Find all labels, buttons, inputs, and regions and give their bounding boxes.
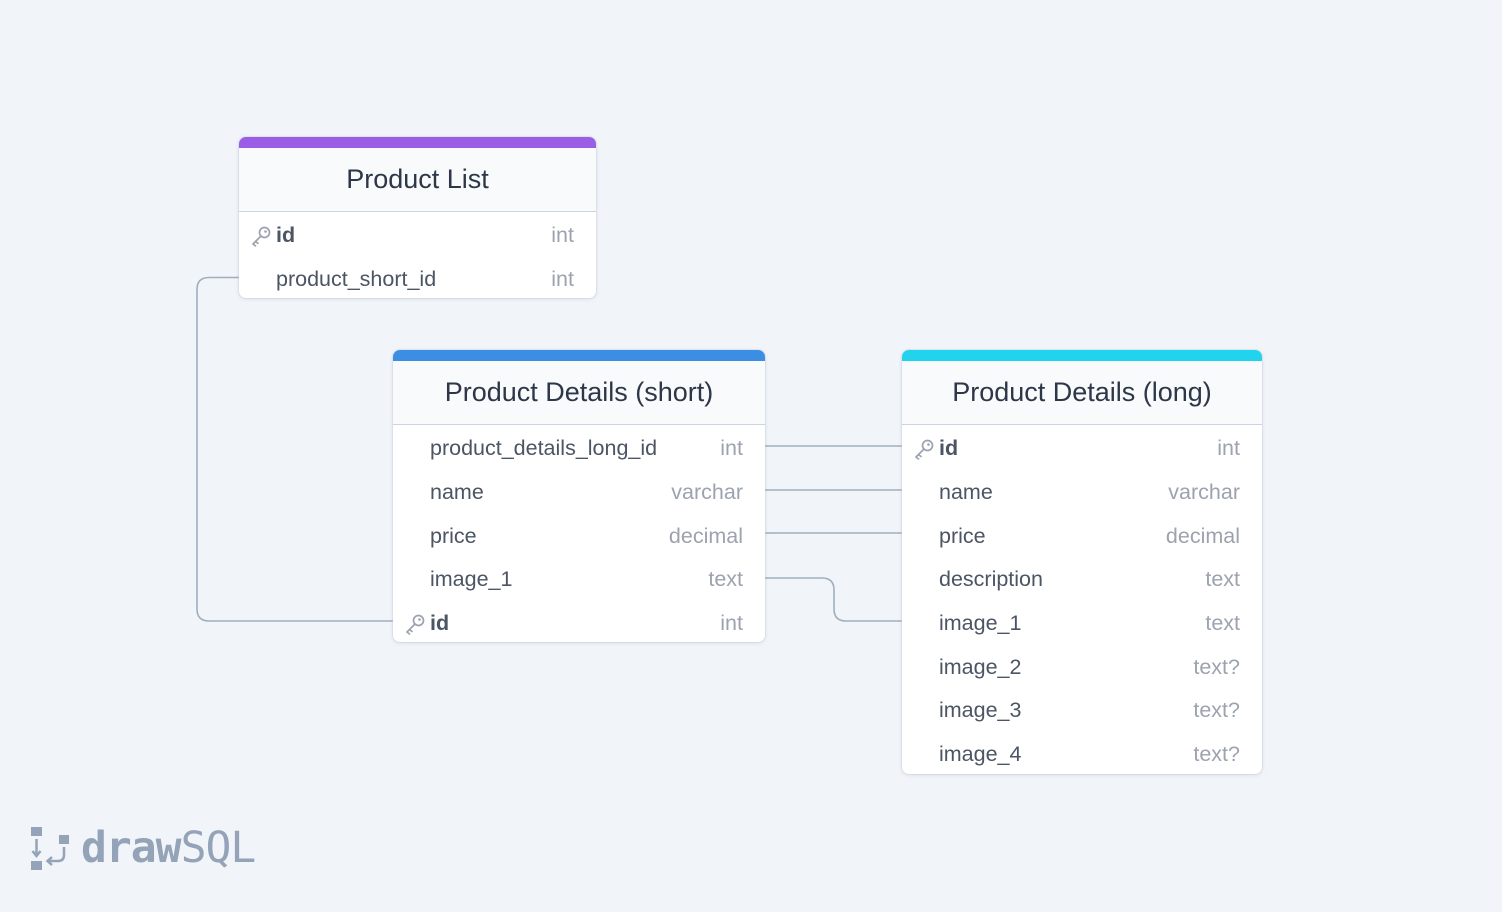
column-type: int xyxy=(720,611,743,636)
column-list: id int product_short_id int xyxy=(239,212,596,298)
column-name: image_2 xyxy=(939,654,1022,679)
table-product-list[interactable]: Product List id int product_short_id int xyxy=(239,137,596,298)
table-title[interactable]: Product List xyxy=(239,148,596,212)
table-column-row[interactable]: name varchar xyxy=(902,471,1262,515)
table-column-row[interactable]: name varchar xyxy=(393,471,765,515)
column-type: decimal xyxy=(668,523,743,548)
table-title[interactable]: Product Details (long) xyxy=(902,361,1262,425)
primary-key-icon xyxy=(404,613,426,635)
column-name: image_1 xyxy=(939,611,1022,636)
column-name: product_short_id xyxy=(276,267,437,292)
table-accent-bar xyxy=(902,350,1262,361)
column-list: id int name varchar price decimal description t… xyxy=(902,425,1262,774)
table-title[interactable]: Product Details (short) xyxy=(393,361,765,425)
column-type: int xyxy=(551,267,574,292)
table-column-row[interactable]: id int xyxy=(393,602,765,642)
column-name: name xyxy=(939,480,993,505)
column-type: text? xyxy=(1193,698,1240,723)
table-column-row[interactable]: price decimal xyxy=(393,514,765,558)
column-type: varchar xyxy=(1168,480,1240,505)
primary-key-icon xyxy=(913,438,935,460)
table-column-row[interactable]: product_details_long_id int xyxy=(393,427,765,471)
column-type: text xyxy=(1205,567,1240,592)
table-column-row[interactable]: product_short_id int xyxy=(239,258,596,298)
column-name: image_3 xyxy=(939,698,1022,723)
relation-line-list-to-short[interactable] xyxy=(196,276,393,622)
column-name: image_4 xyxy=(939,742,1022,767)
column-name: id xyxy=(939,436,959,461)
table-column-row[interactable]: image_1 text xyxy=(902,602,1262,646)
table-product-details-short[interactable]: Product Details (short) product_details_… xyxy=(393,350,765,642)
table-column-row[interactable]: id int xyxy=(902,427,1262,471)
drawsql-logo-icon xyxy=(31,827,69,870)
column-type: text? xyxy=(1193,742,1240,767)
column-type: text xyxy=(708,567,743,592)
column-type: decimal xyxy=(1165,523,1240,548)
drawsql-wordmark: drawSQL xyxy=(81,826,256,870)
drawsql-logo: drawSQL xyxy=(31,822,256,874)
column-type: text xyxy=(1205,611,1240,636)
column-name: id xyxy=(430,611,450,636)
column-type: int xyxy=(1217,436,1240,461)
relation-line-short-long-image[interactable] xyxy=(765,577,902,622)
column-name: name xyxy=(430,480,484,505)
column-name: price xyxy=(430,523,477,548)
column-list: product_details_long_id int name varchar pri… xyxy=(393,425,765,642)
table-product-details-long[interactable]: Product Details (long) id int name varchar p… xyxy=(902,350,1262,774)
table-column-row[interactable]: description text xyxy=(902,558,1262,602)
table-column-row[interactable]: image_2 text? xyxy=(902,645,1262,689)
table-accent-bar xyxy=(393,350,765,361)
column-name: product_details_long_id xyxy=(430,436,658,461)
column-type: text? xyxy=(1193,654,1240,679)
logo-text-draw: draw xyxy=(81,822,182,873)
logo-text-sql: SQL xyxy=(180,822,257,873)
table-column-row[interactable]: price decimal xyxy=(902,514,1262,558)
table-column-row[interactable]: image_4 text? xyxy=(902,733,1262,774)
table-column-row[interactable]: id int xyxy=(239,214,596,258)
table-column-row[interactable]: image_3 text? xyxy=(902,689,1262,733)
column-name: image_1 xyxy=(430,567,513,592)
table-accent-bar xyxy=(239,137,596,148)
table-column-row[interactable]: image_1 text xyxy=(393,558,765,602)
column-name: description xyxy=(939,567,1043,592)
column-name: id xyxy=(276,223,296,248)
column-type: int xyxy=(551,223,574,248)
column-name: price xyxy=(939,523,986,548)
column-type: int xyxy=(720,436,743,461)
column-type: varchar xyxy=(671,480,743,505)
primary-key-icon xyxy=(250,225,272,247)
